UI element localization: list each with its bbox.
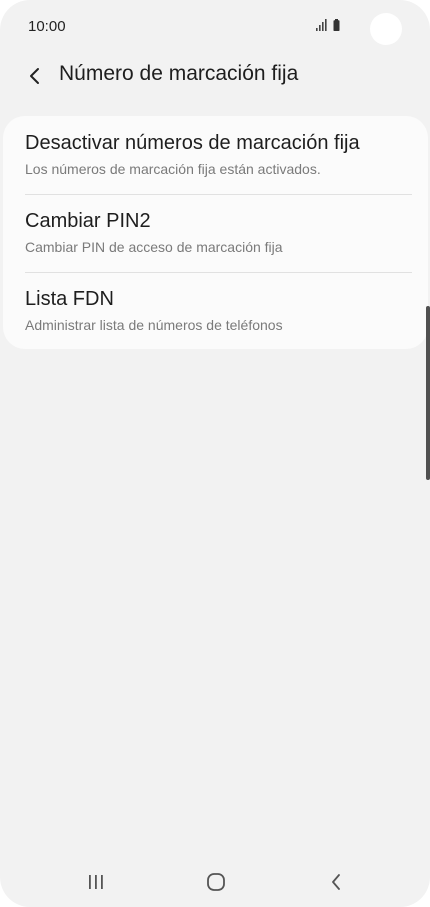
list-item-disable-fdn[interactable]: Desactivar números de marcación fija Los… bbox=[3, 116, 428, 194]
phone-screen: 10:00 Número de marcación fija Desactiva… bbox=[0, 0, 430, 907]
item-subtitle: Administrar lista de números de teléfono… bbox=[25, 317, 283, 333]
nav-back-button[interactable] bbox=[316, 868, 356, 896]
item-title: Cambiar PIN2 bbox=[25, 210, 151, 232]
scroll-indicator[interactable] bbox=[426, 306, 430, 480]
status-icons bbox=[314, 17, 354, 35]
recent-apps-button[interactable] bbox=[76, 868, 116, 896]
page-title: Número de marcación fija bbox=[59, 62, 299, 85]
list-item-change-pin2[interactable]: Cambiar PIN2 Cambiar PIN de acceso de ma… bbox=[3, 195, 428, 273]
status-time: 10:00 bbox=[28, 18, 66, 35]
battery-icon bbox=[333, 19, 340, 31]
status-bar: 10:00 bbox=[0, 0, 430, 56]
chevron-left-icon bbox=[30, 68, 39, 84]
navigation-bar bbox=[0, 858, 430, 906]
app-bar: Número de marcación fija bbox=[0, 56, 430, 96]
home-button[interactable] bbox=[196, 868, 236, 896]
back-button[interactable] bbox=[20, 60, 50, 92]
back-icon bbox=[332, 874, 340, 890]
item-title: Lista FDN bbox=[25, 288, 114, 310]
settings-card: Desactivar números de marcación fija Los… bbox=[3, 116, 428, 349]
item-subtitle: Cambiar PIN de acceso de marcación fija bbox=[25, 239, 283, 255]
camera-cutout bbox=[370, 13, 402, 45]
list-item-fdn-list[interactable]: Lista FDN Administrar lista de números d… bbox=[3, 273, 428, 351]
item-title: Desactivar números de marcación fija bbox=[25, 132, 360, 154]
home-icon bbox=[207, 873, 225, 891]
signal-icon bbox=[316, 19, 340, 31]
recent-apps-icon bbox=[89, 875, 103, 889]
item-subtitle: Los números de marcación fija están acti… bbox=[25, 161, 321, 177]
